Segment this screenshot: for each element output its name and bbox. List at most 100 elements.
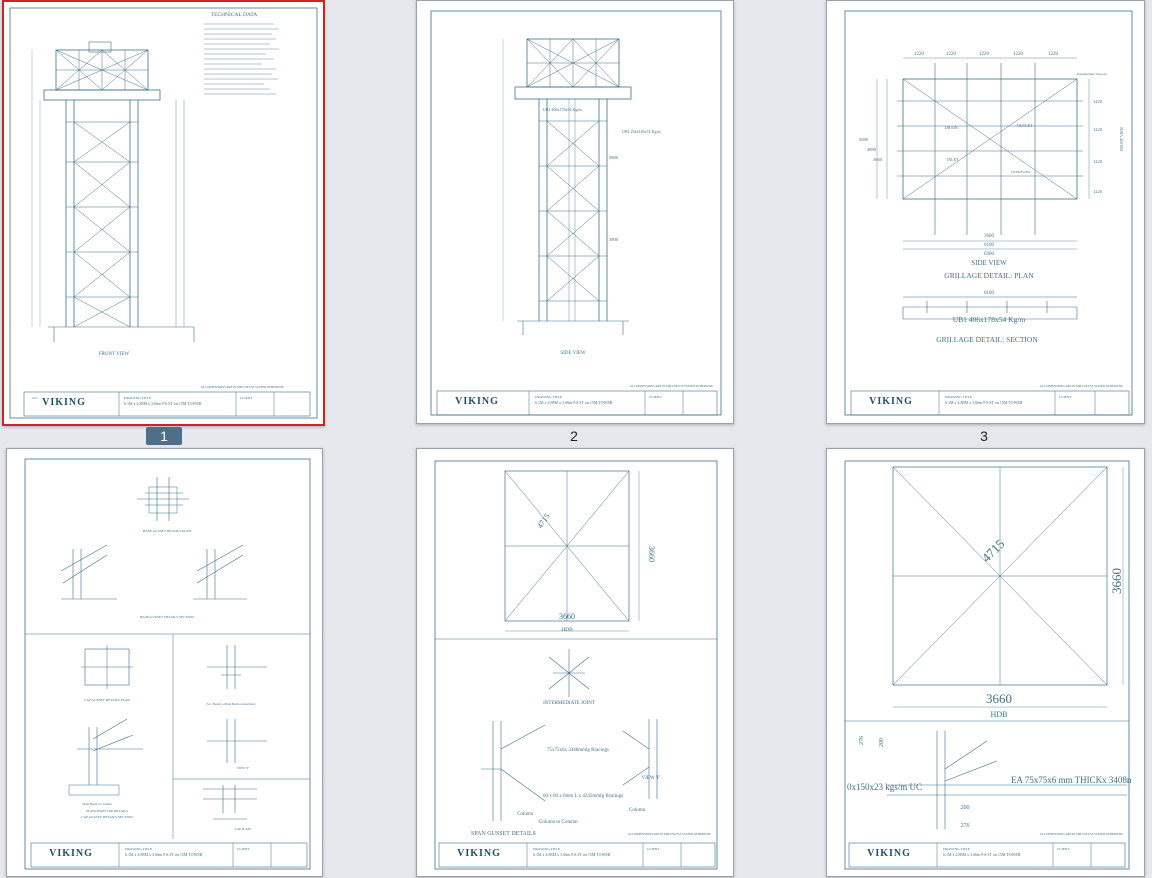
stanchion-top — [68, 718, 143, 796]
svg-text:VIKING: VIKING — [455, 396, 499, 407]
svg-text:6.1M x 4.88M x 3.66m P.S.ST on: 6.1M x 4.88M x 3.66m P.S.ST on 15M TOWER — [533, 852, 611, 857]
title-block: VIKING DRAWING TITLE 6.1M x 4.88M x 3.66… — [23, 391, 311, 417]
side-dim: 3660 — [647, 546, 656, 562]
svg-text:VIKING: VIKING — [869, 396, 913, 407]
svg-text:DRAWING TITLE: DRAWING TITLE — [943, 847, 970, 851]
base-gusset-section — [60, 544, 247, 600]
column-note: Column — [629, 808, 646, 813]
svg-text:1220: 1220 — [1093, 159, 1103, 164]
cap-gusset-plan — [81, 645, 133, 689]
view-f: VIEW 'F' — [642, 776, 661, 781]
page-thumbnail-1[interactable]: FRONT VIEW TECHNICAL DATA ALL DIMENSIONS… — [2, 0, 325, 426]
view-caption: SIDE VIEW — [560, 351, 586, 356]
svg-text:1220: 1220 — [1093, 127, 1103, 132]
joint-title: INTERMEDIATE JOINT — [543, 701, 595, 706]
page-thumbnail-3[interactable]: 1220 1220 1220 1220 1220 1220 1220 1220 … — [826, 0, 1145, 424]
plan-bottom-dim: 6300 — [984, 252, 995, 257]
section-beam: UB1 406x178x54 Kg/m — [953, 315, 1026, 324]
detail-title: CAP GUSSET DETAILS PLAN — [84, 698, 130, 702]
svg-text:CLIENT: CLIENT — [240, 396, 253, 400]
svg-text:VIKING: VIKING — [42, 397, 86, 408]
page-number-1: 1 — [146, 427, 182, 445]
hdb-label: HDB — [561, 627, 573, 633]
plan-bottom-dim: 6100 — [984, 243, 995, 248]
svg-text:1220: 1220 — [1093, 189, 1103, 194]
span-title: SPAN GUSSET DETAILS — [471, 831, 536, 837]
base-gusset-plan — [137, 477, 189, 521]
page-number-2: 2 — [570, 428, 578, 444]
beam-callout: UB1 254x146x31 Kg/m — [622, 129, 662, 134]
dim-label: 3800 — [609, 155, 619, 160]
cap-plate — [203, 785, 257, 820]
svg-text:CLIENT: CLIENT — [1057, 847, 1070, 851]
uc-note: 0x150x23 kgs/m UC — [847, 782, 922, 792]
drawing-sheet: BASE GUSSET DETAILS PLAN BASE GUSSET DET… — [24, 458, 311, 870]
svg-text:6.1M x 4.88M x 3.66m P.S.ST on: 6.1M x 4.88M x 3.66m P.S.ST on 15M TOWER — [124, 401, 202, 406]
column-conn: Column to Column — [539, 820, 578, 825]
detail-title: BASE GUSSET DETAILS SECTION — [140, 615, 194, 619]
svg-text:1220: 1220 — [946, 52, 957, 57]
svg-text:CLIENT: CLIENT — [647, 847, 660, 851]
detail-title: STANCHION TOP DETAILS — [86, 809, 128, 813]
plan-title: GRILLAGE DETAIL: PLAN — [944, 271, 1034, 280]
diag-dim: 4715 — [979, 536, 1008, 565]
plan-right-dims: 1220 1220 1220 1220 — [1093, 99, 1103, 194]
svg-text:1220: 1220 — [1048, 52, 1059, 57]
svg-text:VIKING: VIKING — [867, 848, 911, 859]
svg-text:6.1M x 4.88M x 3.66m P.S.ST on: 6.1M x 4.88M x 3.66m P.S.ST on 15M TOWER — [945, 400, 1023, 405]
plan-top-dims: 1220 1220 1220 1220 1220 — [914, 52, 1059, 57]
section-dim: 6100 — [984, 291, 995, 296]
tech-data-lines — [204, 23, 279, 95]
drawing-sheet: FRONT VIEW TECHNICAL DATA ALL DIMENSIONS… — [9, 7, 318, 419]
page-thumbnail-4[interactable]: BASE GUSSET DETAILS PLAN BASE GUSSET DET… — [6, 448, 323, 877]
span-plan-large — [892, 466, 1124, 708]
small-dim: 276 — [961, 823, 970, 829]
title-block: VIKING DRAWING TITLE 6.1M x 4.88M x 3.66… — [436, 390, 718, 416]
svg-text:1220: 1220 — [1013, 52, 1024, 57]
plan-label: FRONT VIEW — [1119, 126, 1124, 151]
drawing-sheet: 4715 3660 3660 HDB 0x150x23 kgs/m UC EA … — [844, 460, 1132, 870]
title-block: VIKING DRAWING TITLE 6.1M x 4.88M x 3.66… — [848, 842, 1126, 868]
dimension-note: ALL DIMENSIONS ARE IN MM UNLESS STATED O… — [1040, 832, 1123, 836]
svg-text:6.1M x 4.88M x 3.66m P.S.ST on: 6.1M x 4.88M x 3.66m P.S.ST on 15M TOWER — [943, 852, 1021, 857]
detail-title: CAP GUSSET DETAILS SECTION — [81, 815, 133, 819]
dimension-note: ALL DIMENSIONS ARE IN MM UNLESS STATED O… — [201, 385, 284, 389]
svg-text:DRAWING TITLE: DRAWING TITLE — [124, 396, 151, 400]
svg-text:VIKING: VIKING — [457, 848, 501, 859]
plan-left-dims: 5080 4880 3660 — [859, 137, 883, 162]
detail-title: BASE GUSSET DETAILS PLAN — [143, 529, 192, 533]
page-thumbnail-5[interactable]: 4715 3660 3660 HDB INTERMEDIATE JOINT 75… — [416, 448, 734, 877]
hdb-label: HDB — [991, 710, 1008, 719]
column-note: Column — [517, 812, 534, 817]
svg-text:3660: 3660 — [873, 157, 883, 162]
page-thumbnail-2[interactable]: UB1 406x178x54 Kg/m UB1 254x146x31 Kg/m … — [416, 0, 734, 424]
svg-text:1220: 1220 — [1093, 99, 1103, 104]
detail-note: VIEW 'Y' — [237, 766, 250, 770]
dim-label: 3800 — [609, 237, 619, 242]
plan-label: OUTLET — [1017, 123, 1033, 128]
svg-text:DRAWING TITLE: DRAWING TITLE — [945, 395, 972, 399]
plan-label: DRAIN — [945, 125, 958, 130]
svg-text:6.1M x 4.88M x 3.66m P.S.ST on: 6.1M x 4.88M x 3.66m P.S.ST on 15M TOWER — [125, 852, 203, 857]
span-gusset-right — [622, 719, 658, 799]
small-dim: 200 — [879, 738, 885, 747]
title-block: VIKING DRAWING TITLE 6.1M x 4.88M x 3.66… — [850, 390, 1130, 416]
svg-text:1220: 1220 — [979, 52, 990, 57]
drawing-sheet: 4715 3660 3660 HDB INTERMEDIATE JOINT 75… — [434, 460, 718, 870]
detail-title: CAP PLATE — [235, 827, 251, 831]
svg-text:DRAWING TITLE: DRAWING TITLE — [125, 847, 152, 851]
title-block: VIKING DRAWING TITLE 6.1M x 4.88M x 3.66… — [438, 842, 716, 868]
page-thumbnail-6[interactable]: 4715 3660 3660 HDB 0x150x23 kgs/m UC EA … — [826, 448, 1145, 877]
bottom-dim: 3660 — [986, 691, 1012, 706]
tower-side-drawing — [502, 38, 632, 335]
svg-text:DRAWING TITLE: DRAWING TITLE — [533, 847, 560, 851]
svg-text:DRAWING TITLE: DRAWING TITLE — [535, 395, 562, 399]
span-plan — [504, 470, 640, 632]
svg-text:6.1M x 4.88M x 3.66m P.S.ST on: 6.1M x 4.88M x 3.66m P.S.ST on 15M TOWER — [535, 400, 613, 405]
intermediate-joint — [548, 649, 590, 697]
small-dim: 200 — [961, 805, 970, 811]
grillage-plan — [876, 57, 1090, 250]
svg-text:CLIENT: CLIENT — [1059, 395, 1072, 399]
svg-text:VIKING: VIKING — [49, 848, 93, 859]
plan-label: Intermediate Support — [1077, 72, 1107, 76]
